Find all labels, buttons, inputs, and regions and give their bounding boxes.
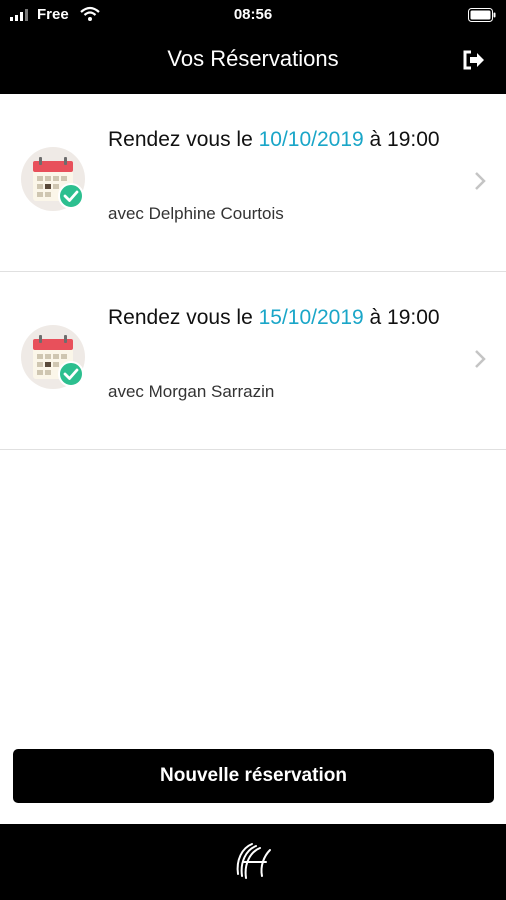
sign-out-icon[interactable] <box>462 49 486 71</box>
calendar-check-icon <box>21 325 85 389</box>
new-reservation-button[interactable]: Nouvelle réservation <box>13 749 494 803</box>
chevron-right-icon <box>475 172 486 190</box>
battery-icon <box>468 8 496 22</box>
status-bar: Free 08:56 <box>0 0 506 30</box>
page-title: Vos Réservations <box>167 46 339 71</box>
reservation-practitioner: avec Morgan Sarrazin <box>108 382 275 401</box>
reservation-list: Rendez vous le 10/10/2019 à 19:00 avec D… <box>0 94 506 450</box>
top-bar: Free 08:56 Vos Réservations <box>0 0 506 94</box>
reservation-prefix: Rendez vous le <box>108 128 259 151</box>
reservation-practitioner: avec Delphine Courtois <box>108 204 284 223</box>
reservation-title: Rendez vous le 10/10/2019 à 19:00 <box>108 122 458 158</box>
status-time: 08:56 <box>233 6 273 23</box>
footer-bar <box>0 824 506 900</box>
reservation-item[interactable]: Rendez vous le 10/10/2019 à 19:00 avec D… <box>0 94 506 272</box>
reservation-date: 15/10/2019 <box>258 306 364 329</box>
calendar-check-icon <box>21 147 85 211</box>
reservation-title: Rendez vous le 15/10/2019 à 19:00 <box>108 300 458 336</box>
reservation-prefix: Rendez vous le <box>108 306 259 329</box>
reservation-date: 10/10/2019 <box>258 128 364 151</box>
chevron-right-icon <box>475 350 486 368</box>
reservation-item[interactable]: Rendez vous le 15/10/2019 à 19:00 avec M… <box>0 272 506 450</box>
reservation-time: à 19:00 <box>363 128 440 151</box>
brand-logo-icon <box>236 843 271 879</box>
reservation-time: à 19:00 <box>363 306 440 329</box>
